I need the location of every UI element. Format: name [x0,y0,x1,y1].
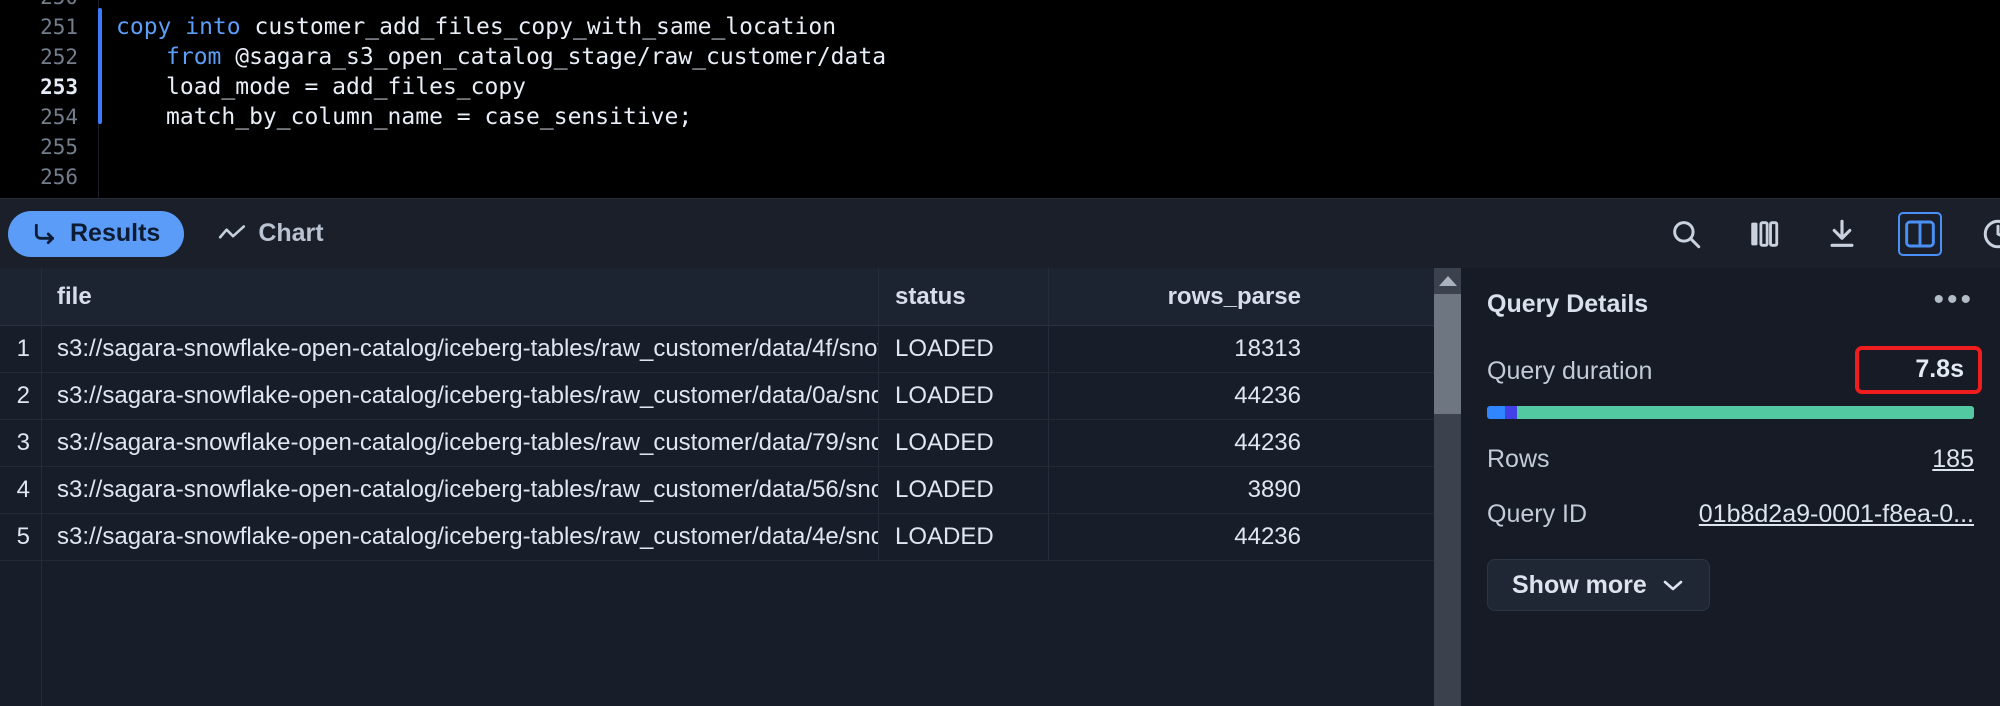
column-header-rows-parsed[interactable]: rows_parse [1049,268,1319,325]
query-duration-highlight: 7.8s [1855,346,1982,394]
query-id-row: Query ID 01b8d2a9-0001-f8ea-0... [1487,500,1974,529]
table-row[interactable]: 5 s3://sagara-snowflake-open-catalog/ice… [0,514,1461,561]
rows-label: Rows [1487,445,1550,473]
results-grid[interactable]: file status rows_parse 1 s3://sagara-sno… [0,268,1461,706]
query-duration-value: 7.8s [1915,355,1964,383]
code-line-254: match_by_column_name = case_sensitive; [166,104,693,130]
toolbar-actions [1664,211,2000,256]
cell-rows-parsed[interactable]: 3890 [1049,467,1319,513]
tab-results-label: Results [70,219,161,247]
sql-editor[interactable]: 250 251 copy into customer_add_files_cop… [0,0,2000,198]
row-index: 3 [16,429,30,456]
progress-segment-queue [1504,406,1518,419]
cell-status[interactable]: LOADED [879,373,1049,419]
row-index: 2 [16,382,30,409]
line-number-current: 253 [40,75,78,99]
code-line-252: from @sagara_s3_open_catalog_stage/raw_c… [166,44,887,70]
header-row-index [0,268,41,325]
cell-rows-parsed[interactable]: 44236 [1049,420,1319,466]
cell-rows-parsed[interactable]: 44236 [1049,373,1319,419]
row-index: 1 [16,335,30,362]
line-number: 254 [40,105,78,129]
cell-file[interactable]: s3://sagara-snowflake-open-catalog/icebe… [41,326,879,372]
search-icon[interactable] [1664,212,1708,256]
cell-status[interactable]: LOADED [879,326,1049,372]
line-number: 255 [40,135,78,159]
query-duration-label: Query duration [1487,357,1653,385]
tab-chart-label: Chart [258,219,324,247]
column-header-status[interactable]: status [879,268,1049,325]
query-details-header: Query Details ••• [1487,284,1974,319]
tab-results[interactable]: Results [8,210,185,257]
columns-icon[interactable] [1742,212,1786,256]
cell-file[interactable]: s3://sagara-snowflake-open-catalog/icebe… [41,373,879,419]
tab-chart[interactable]: Chart [194,211,347,257]
results-body: file status rows_parse 1 s3://sagara-sno… [0,268,2000,706]
cell-status[interactable]: LOADED [879,420,1049,466]
rows-row: Rows 185 [1487,445,1974,474]
chevron-down-icon [1661,571,1685,600]
code-line-253: load_mode = add_files_copy [166,74,527,100]
progress-segment-compile [1487,406,1505,419]
arrow-return-icon [32,221,58,247]
show-more-button[interactable]: Show more [1487,559,1710,611]
cell-file[interactable]: s3://sagara-snowflake-open-catalog/icebe… [41,420,879,466]
row-index: 5 [16,523,30,550]
line-number: 252 [40,45,78,69]
query-id-label: Query ID [1487,500,1588,528]
code-line-251: copy into customer_add_files_copy_with_s… [116,14,837,40]
cell-file[interactable]: s3://sagara-snowflake-open-catalog/icebe… [41,467,879,513]
more-options-icon[interactable]: ••• [1933,284,1974,318]
query-id-value[interactable]: 01b8d2a9-0001-f8ea-0... [1699,500,1974,529]
row-index: 4 [16,476,30,503]
download-icon[interactable] [1820,212,1864,256]
scrollbar-thumb[interactable] [1434,294,1461,414]
show-more-label: Show more [1512,570,1647,599]
query-duration-progress-bar [1487,406,1974,419]
cell-status[interactable]: LOADED [879,514,1049,560]
column-header-file[interactable]: file [41,268,879,325]
scroll-up-arrow-icon[interactable] [1438,276,1457,286]
split-panel-icon[interactable] [1898,211,1942,256]
table-row[interactable]: 4 s3://sagara-snowflake-open-catalog/ice… [0,467,1461,514]
cell-rows-parsed[interactable]: 18313 [1049,326,1319,372]
line-number: 251 [40,15,78,39]
progress-segment-execution [1517,406,1974,419]
query-duration-row: Query duration 7.8s [1487,346,1982,394]
history-clock-icon[interactable] [1976,212,2000,256]
rows-value[interactable]: 185 [1932,445,1974,474]
row-number-divider [41,268,42,706]
query-details-panel: Query Details ••• Query duration 7.8s Ro… [1461,268,2000,706]
table-row[interactable]: 2 s3://sagara-snowflake-open-catalog/ice… [0,373,1461,420]
cell-file[interactable]: s3://sagara-snowflake-open-catalog/icebe… [41,514,879,560]
query-details-title: Query Details [1487,290,1649,318]
cell-rows-parsed[interactable]: 44236 [1049,514,1319,560]
table-row[interactable]: 1 s3://sagara-snowflake-open-catalog/ice… [0,326,1461,373]
results-vertical-scrollbar[interactable] [1434,268,1461,706]
results-tab-group: Results Chart [0,210,348,257]
line-chart-icon [218,221,246,247]
table-row[interactable]: 3 s3://sagara-snowflake-open-catalog/ice… [0,420,1461,467]
results-grid-header: file status rows_parse [0,268,1461,326]
line-number: 256 [40,165,78,189]
line-number: 250 [0,0,78,12]
results-toolbar: Results Chart [0,198,2000,268]
cell-status[interactable]: LOADED [879,467,1049,513]
